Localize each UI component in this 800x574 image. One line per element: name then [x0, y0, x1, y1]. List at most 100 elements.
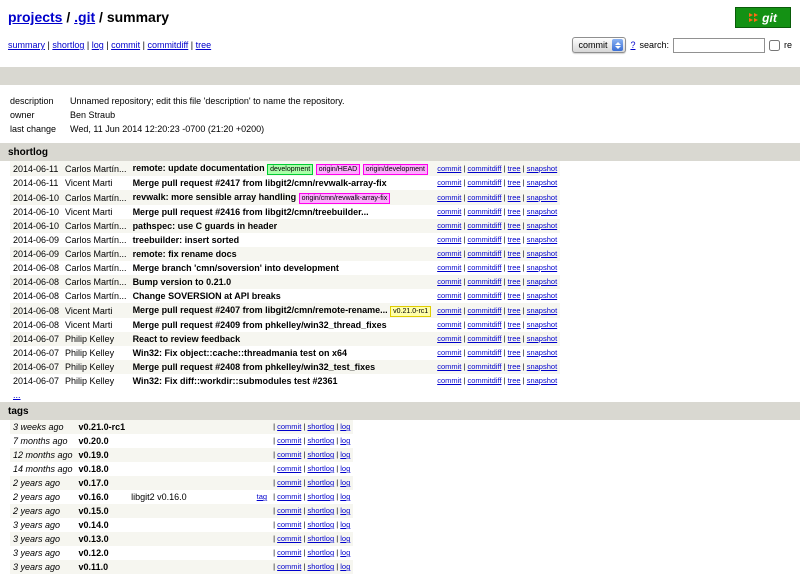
commit-message-link[interactable]: remote: update documentation	[133, 163, 265, 173]
tags-section-link[interactable]: tags	[8, 406, 29, 417]
tag-commit-link[interactable]: commit	[277, 506, 301, 515]
shortlog-more-link[interactable]: ...	[13, 390, 21, 400]
shortlog-section-link[interactable]: shortlog	[8, 147, 48, 158]
commit-message-link[interactable]: pathspec: use C guards in header	[133, 221, 278, 231]
tag-shortlog-link[interactable]: shortlog	[307, 506, 334, 515]
breadcrumb-repo-link[interactable]: .git	[74, 9, 95, 25]
shortlog-commit-link[interactable]: commit	[437, 178, 461, 187]
shortlog-tree-link[interactable]: tree	[508, 235, 521, 244]
shortlog-tree-link[interactable]: tree	[508, 376, 521, 385]
tag-name-link[interactable]: v0.17.0	[79, 478, 109, 488]
shortlog-tree-link[interactable]: tree	[508, 348, 521, 357]
shortlog-snapshot-link[interactable]: snapshot	[527, 193, 557, 202]
tag-name-link[interactable]: v0.11.0	[79, 562, 109, 572]
tag-commit-link[interactable]: commit	[277, 492, 301, 501]
shortlog-commit-link[interactable]: commit	[437, 306, 461, 315]
tag-name-link[interactable]: v0.13.0	[79, 534, 109, 544]
tag-name-link[interactable]: v0.16.0	[79, 492, 109, 502]
tag-log-link[interactable]: log	[340, 422, 350, 431]
commit-message-link[interactable]: Merge pull request #2407 from libgit2/cm…	[133, 305, 388, 315]
commit-message-link[interactable]: Merge branch 'cmn/soversion' into develo…	[133, 263, 339, 273]
tag-shortlog-link[interactable]: shortlog	[307, 464, 334, 473]
tag-log-link[interactable]: log	[340, 436, 350, 445]
shortlog-snapshot-link[interactable]: snapshot	[527, 291, 557, 300]
search-help-link[interactable]: ?	[630, 40, 635, 50]
nav-link-tree[interactable]: tree	[196, 40, 212, 50]
shortlog-commit-link[interactable]: commit	[437, 277, 461, 286]
shortlog-commitdiff-link[interactable]: commitdiff	[467, 263, 501, 272]
shortlog-commitdiff-link[interactable]: commitdiff	[467, 320, 501, 329]
tag-shortlog-link[interactable]: shortlog	[307, 534, 334, 543]
shortlog-commit-link[interactable]: commit	[437, 193, 461, 202]
shortlog-snapshot-link[interactable]: snapshot	[527, 178, 557, 187]
shortlog-tree-link[interactable]: tree	[508, 320, 521, 329]
breadcrumb-projects-link[interactable]: projects	[8, 9, 62, 25]
tag-log-link[interactable]: log	[340, 478, 350, 487]
commit-message-link[interactable]: Bump version to 0.21.0	[133, 277, 232, 287]
tag-log-link[interactable]: log	[340, 534, 350, 543]
shortlog-tree-link[interactable]: tree	[508, 207, 521, 216]
shortlog-commit-link[interactable]: commit	[437, 291, 461, 300]
shortlog-tree-link[interactable]: tree	[508, 221, 521, 230]
shortlog-tree-link[interactable]: tree	[508, 362, 521, 371]
tag-commit-link[interactable]: commit	[277, 562, 301, 571]
tag-shortlog-link[interactable]: shortlog	[307, 422, 334, 431]
shortlog-tree-link[interactable]: tree	[508, 263, 521, 272]
shortlog-tree-link[interactable]: tree	[508, 277, 521, 286]
nav-link-commit[interactable]: commit	[111, 40, 140, 50]
shortlog-commitdiff-link[interactable]: commitdiff	[467, 291, 501, 300]
tag-log-link[interactable]: log	[340, 562, 350, 571]
tag-log-link[interactable]: log	[340, 450, 350, 459]
search-input[interactable]	[673, 38, 765, 53]
tag-shortlog-link[interactable]: shortlog	[307, 548, 334, 557]
shortlog-commitdiff-link[interactable]: commitdiff	[467, 193, 501, 202]
shortlog-commitdiff-link[interactable]: commitdiff	[467, 249, 501, 258]
shortlog-snapshot-link[interactable]: snapshot	[527, 348, 557, 357]
tag-shortlog-link[interactable]: shortlog	[307, 478, 334, 487]
shortlog-tree-link[interactable]: tree	[508, 306, 521, 315]
tag-selflink[interactable]: tag	[257, 492, 267, 501]
tag-log-link[interactable]: log	[340, 492, 350, 501]
nav-link-summary[interactable]: summary	[8, 40, 45, 50]
tag-name-link[interactable]: v0.19.0	[79, 450, 109, 460]
shortlog-commitdiff-link[interactable]: commitdiff	[467, 207, 501, 216]
ref-remote-badge[interactable]: origin/HEAD	[316, 164, 361, 175]
tag-name-link[interactable]: v0.20.0	[79, 436, 109, 446]
shortlog-snapshot-link[interactable]: snapshot	[527, 249, 557, 258]
commit-message-link[interactable]: revwalk: more sensible array handling	[133, 192, 297, 202]
shortlog-commit-link[interactable]: commit	[437, 207, 461, 216]
shortlog-snapshot-link[interactable]: snapshot	[527, 207, 557, 216]
shortlog-snapshot-link[interactable]: snapshot	[527, 362, 557, 371]
regex-checkbox[interactable]	[769, 40, 780, 51]
shortlog-tree-link[interactable]: tree	[508, 178, 521, 187]
tag-shortlog-link[interactable]: shortlog	[307, 450, 334, 459]
tag-name-link[interactable]: v0.21.0-rc1	[79, 422, 126, 432]
shortlog-snapshot-link[interactable]: snapshot	[527, 235, 557, 244]
tag-name-link[interactable]: v0.12.0	[79, 548, 109, 558]
tag-commit-link[interactable]: commit	[277, 548, 301, 557]
ref-tag-badge[interactable]: v0.21.0-rc1	[390, 306, 431, 317]
commit-message-link[interactable]: remote: fix rename docs	[133, 249, 237, 259]
commit-message-link[interactable]: Merge pull request #2416 from libgit2/cm…	[133, 207, 369, 217]
commit-message-link[interactable]: Merge pull request #2409 from phkelley/w…	[133, 320, 387, 330]
shortlog-commit-link[interactable]: commit	[437, 249, 461, 258]
tag-log-link[interactable]: log	[340, 548, 350, 557]
tag-name-link[interactable]: v0.15.0	[79, 506, 109, 516]
shortlog-snapshot-link[interactable]: snapshot	[527, 334, 557, 343]
shortlog-tree-link[interactable]: tree	[508, 164, 521, 173]
shortlog-commit-link[interactable]: commit	[437, 362, 461, 371]
commit-message-link[interactable]: Win32: Fix diff::workdir::submodules tes…	[133, 376, 338, 386]
tag-commit-link[interactable]: commit	[277, 520, 301, 529]
nav-link-shortlog[interactable]: shortlog	[52, 40, 84, 50]
tag-shortlog-link[interactable]: shortlog	[307, 436, 334, 445]
tag-name-link[interactable]: v0.18.0	[79, 464, 109, 474]
shortlog-snapshot-link[interactable]: snapshot	[527, 263, 557, 272]
commit-message-link[interactable]: treebuilder: insert sorted	[133, 235, 240, 245]
tag-commit-link[interactable]: commit	[277, 450, 301, 459]
commit-message-link[interactable]: React to review feedback	[133, 334, 241, 344]
tag-shortlog-link[interactable]: shortlog	[307, 520, 334, 529]
ref-remote-badge[interactable]: origin/development	[363, 164, 428, 175]
shortlog-commit-link[interactable]: commit	[437, 376, 461, 385]
shortlog-snapshot-link[interactable]: snapshot	[527, 306, 557, 315]
shortlog-commit-link[interactable]: commit	[437, 164, 461, 173]
